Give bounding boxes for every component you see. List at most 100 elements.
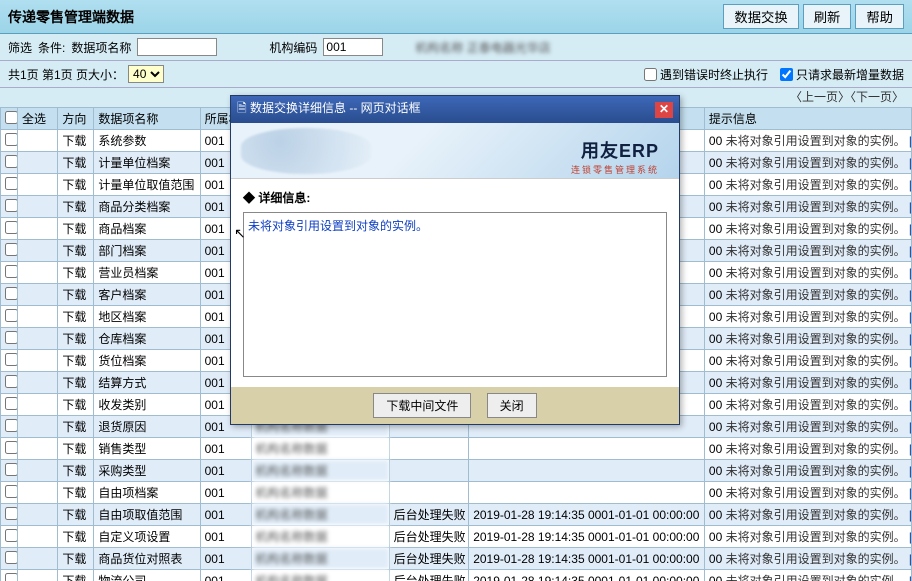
row-chk[interactable] [5, 463, 17, 476]
row-chk[interactable] [5, 551, 17, 564]
cell-hint: 00 未将对象引用设置到对象的实例。 [详细] [704, 372, 911, 394]
select-all-chk[interactable] [5, 111, 17, 124]
cell-dir: 下载 [58, 394, 94, 416]
cell-time [469, 438, 705, 460]
cell-hint: 00 未将对象引用设置到对象的实例。 [详细] [704, 328, 911, 350]
cell-hint: 00 未将对象引用设置到对象的实例。 [详细] [704, 240, 911, 262]
cell-name: 部门档案 [94, 240, 200, 262]
cell-dir: 下载 [58, 504, 94, 526]
org-label: 机构编码 [269, 39, 317, 56]
th-name: 数据项名称 [94, 108, 200, 130]
cell-org: 001 [200, 438, 251, 460]
table-row[interactable]: 下载自定义项设置001机构名称数据后台处理失败2019-01-28 19:14:… [1, 526, 912, 548]
detail-link[interactable]: [详细] [909, 288, 912, 302]
row-chk[interactable] [5, 507, 17, 520]
btn-data-exchange[interactable]: 数据交换 [723, 4, 798, 29]
row-chk[interactable] [5, 221, 17, 234]
detail-link[interactable]: [详细] [909, 464, 912, 478]
detail-link[interactable]: [详细] [909, 398, 912, 412]
row-chk[interactable] [5, 199, 17, 212]
detail-label: 详细信息: [243, 189, 667, 206]
th-sel: 全选 [17, 108, 57, 130]
detail-link[interactable]: [详细] [909, 178, 912, 192]
th-dir: 方向 [58, 108, 94, 130]
row-chk[interactable] [5, 309, 17, 322]
detail-link[interactable]: [详细] [909, 266, 912, 280]
row-chk[interactable] [5, 419, 17, 432]
detail-link[interactable]: [详细] [909, 420, 912, 434]
row-chk[interactable] [5, 397, 17, 410]
detail-link[interactable]: [详细] [909, 552, 912, 566]
row-chk[interactable] [5, 485, 17, 498]
dialog-titlebar[interactable]: 🗎 数据交换详细信息 -- 网页对话框 ✕ [231, 96, 679, 123]
table-row[interactable]: 下载自由项档案001机构名称数据00 未将对象引用设置到对象的实例。 [详细] [1, 482, 912, 504]
row-chk[interactable] [5, 287, 17, 300]
cell-name: 商品货位对照表 [94, 548, 200, 570]
detail-link[interactable]: [详细] [909, 134, 912, 148]
detail-link[interactable]: [详细] [909, 200, 912, 214]
page-nav[interactable]: 〈上一页〉〈下一页〉 [790, 90, 904, 104]
row-chk[interactable] [5, 243, 17, 256]
latest-only-chk[interactable] [780, 68, 793, 81]
stop-on-error-chk[interactable] [644, 68, 657, 81]
row-chk[interactable] [5, 353, 17, 366]
dialog-footer: 下载中间文件 关闭 [231, 387, 679, 424]
cell-dir: 下载 [58, 306, 94, 328]
detail-link[interactable]: [详细] [909, 222, 912, 236]
cell-dir: 下载 [58, 240, 94, 262]
detail-link[interactable]: [详细] [909, 442, 912, 456]
table-row[interactable]: 下载商品货位对照表001机构名称数据后台处理失败2019-01-28 19:14… [1, 548, 912, 570]
cell-state [389, 460, 469, 482]
detail-link[interactable]: [详细] [909, 376, 912, 390]
detail-link[interactable]: [详细] [909, 310, 912, 324]
table-row[interactable]: 下载自由项取值范围001机构名称数据后台处理失败2019-01-28 19:14… [1, 504, 912, 526]
cell-orgname: 机构名称数据 [251, 460, 389, 482]
cell-orgname: 机构名称数据 [251, 570, 389, 581]
close-icon[interactable]: ✕ [655, 102, 673, 118]
cell-hint: 00 未将对象引用设置到对象的实例。 [详细] [704, 196, 911, 218]
detail-link[interactable]: [详细] [909, 156, 912, 170]
cell-hint: 00 未将对象引用设置到对象的实例。 [详细] [704, 460, 911, 482]
row-chk[interactable] [5, 331, 17, 344]
cell-name: 采购类型 [94, 460, 200, 482]
pagesize-select[interactable]: 40 [128, 65, 164, 83]
detail-link[interactable]: [详细] [909, 530, 912, 544]
cell-dir: 下载 [58, 350, 94, 372]
org-code-input[interactable] [323, 38, 383, 56]
cell-name: 退货原因 [94, 416, 200, 438]
btn-download-intermediate[interactable]: 下载中间文件 [373, 393, 471, 418]
btn-refresh[interactable]: 刷新 [803, 4, 852, 29]
row-chk[interactable] [5, 529, 17, 542]
row-chk[interactable] [5, 265, 17, 278]
table-row[interactable]: 下载物流公司001机构名称数据后台处理失败2019-01-28 19:14:35… [1, 570, 912, 581]
row-chk[interactable] [5, 133, 17, 146]
cell-state: 后台处理失败 [389, 548, 469, 570]
row-chk[interactable] [5, 375, 17, 388]
row-chk[interactable] [5, 155, 17, 168]
table-row[interactable]: 下载采购类型001机构名称数据00 未将对象引用设置到对象的实例。 [详细] [1, 460, 912, 482]
cell-time: 2019-01-28 19:14:35 0001-01-01 00:00:00 [469, 504, 705, 526]
erp-logo: 用友ERP 连锁零售管理系统 [571, 137, 659, 176]
cell-org: 001 [200, 548, 251, 570]
pager-bar: 共1页 第1页 页大小： 40 遇到错误时终止执行 只请求最新增量数据 [0, 61, 912, 88]
erp-logo-main: 用友ERP [571, 137, 659, 163]
detail-link[interactable]: [详细] [909, 244, 912, 258]
latest-only[interactable]: 只请求最新增量数据 [780, 66, 904, 83]
btn-close-dialog[interactable]: 关闭 [487, 393, 537, 418]
detail-link[interactable]: [详细] [909, 354, 912, 368]
btn-help[interactable]: 帮助 [855, 4, 904, 29]
row-chk[interactable] [5, 441, 17, 454]
item-name-input[interactable] [137, 38, 217, 56]
cell-hint: 00 未将对象引用设置到对象的实例。 [详细] [704, 416, 911, 438]
detail-link[interactable]: [详细] [909, 332, 912, 346]
detail-link[interactable]: [详细] [909, 486, 912, 500]
row-chk[interactable] [5, 177, 17, 190]
cell-dir: 下载 [58, 262, 94, 284]
detail-link[interactable]: [详细] [909, 508, 912, 522]
table-row[interactable]: 下载销售类型001机构名称数据00 未将对象引用设置到对象的实例。 [详细] [1, 438, 912, 460]
detail-link[interactable]: [详细] [909, 574, 912, 581]
cell-name: 计量单位档案 [94, 152, 200, 174]
cell-time [469, 460, 705, 482]
stop-on-error[interactable]: 遇到错误时终止执行 [644, 66, 768, 83]
th-checkbox[interactable] [1, 108, 18, 130]
